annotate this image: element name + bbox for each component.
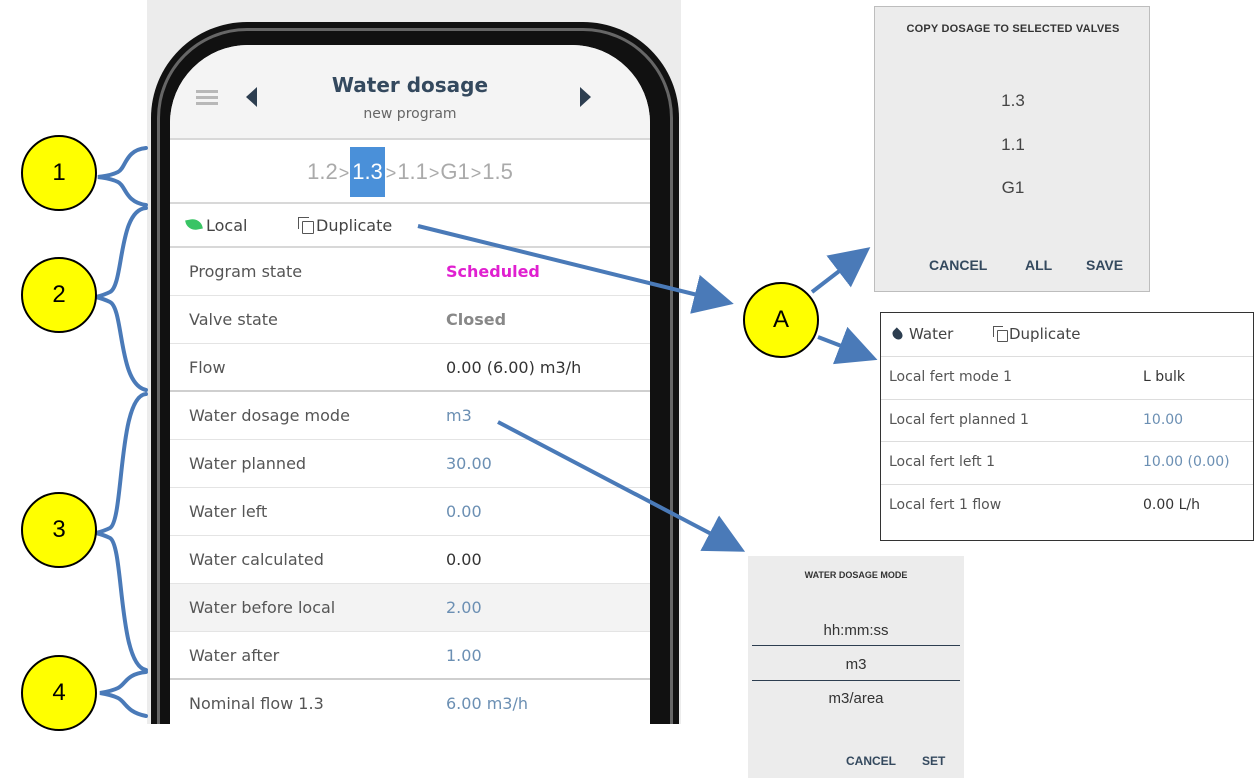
local-fert-panel: Water Duplicate Local fert mode 1 L bulk…	[880, 312, 1254, 541]
all-button[interactable]: ALL	[1025, 257, 1052, 273]
water-button[interactable]: Water	[909, 325, 953, 343]
cancel-button[interactable]: CANCEL	[929, 257, 987, 273]
local-fert-left-value[interactable]: 10.00 (0.00)	[1143, 454, 1230, 470]
selection-divider	[752, 645, 960, 646]
bracket-4	[99, 670, 148, 718]
local-fert-planned-value[interactable]: 10.00	[1143, 412, 1183, 428]
dialog-title: WATER DOSAGE MODE	[804, 570, 908, 580]
row-local-fert-left[interactable]: Local fert left 1 10.00 (0.00)	[881, 442, 1253, 485]
row-local-fert-planned[interactable]: Local fert planned 1 10.00	[881, 400, 1253, 442]
cancel-button[interactable]: CANCEL	[846, 754, 896, 768]
local-fert-flow-value: 0.00 L/h	[1143, 496, 1201, 513]
bracket-1	[97, 146, 148, 207]
bracket-2	[95, 206, 148, 392]
row-label: Local fert mode 1	[889, 369, 1013, 385]
water-drop-icon[interactable]	[890, 327, 905, 342]
callout-1: 1	[21, 135, 97, 211]
selection-divider	[752, 680, 960, 681]
duplicate-button[interactable]: Duplicate	[1009, 325, 1080, 343]
callout-3: 3	[21, 492, 97, 568]
mode-option[interactable]: m3/area	[748, 690, 964, 707]
copy-dosage-dialog: COPY DOSAGE TO SELECTED VALVES 1.3 1.1 G…	[874, 6, 1150, 292]
callout-2: 2	[21, 257, 97, 333]
callout-4: 4	[21, 655, 97, 731]
row-label: Local fert left 1	[889, 454, 996, 470]
fert-action-bar: Water Duplicate	[881, 313, 1253, 357]
local-fert-mode-value[interactable]: L bulk	[1143, 369, 1185, 385]
set-button[interactable]: SET	[922, 754, 945, 768]
valve-option[interactable]: 1.3	[875, 91, 1151, 111]
row-label: Local fert planned 1	[889, 411, 1029, 428]
callout-a: A	[743, 282, 819, 358]
mode-option[interactable]: hh:mm:ss	[748, 622, 964, 639]
bracket-3	[95, 392, 148, 672]
mode-option-selected[interactable]: m3	[748, 656, 964, 673]
water-dosage-mode-dialog: WATER DOSAGE MODE hh:mm:ss m3 m3/area CA…	[748, 556, 964, 778]
arrow-mode-to-dialog	[497, 420, 746, 552]
save-button[interactable]: SAVE	[1086, 257, 1123, 273]
copy-icon[interactable]	[993, 326, 1008, 342]
arrow-a-to-copy-dialog	[810, 247, 871, 294]
row-local-fert-flow: Local fert 1 flow 0.00 L/h	[881, 485, 1253, 528]
arrow-a-to-fert-panel	[817, 326, 878, 365]
valve-option[interactable]: G1	[875, 178, 1151, 198]
arrow-duplicate-to-a	[417, 224, 734, 314]
valve-option[interactable]: 1.1	[875, 135, 1151, 155]
row-label: Local fert 1 flow	[889, 496, 1002, 513]
dialog-title: COPY DOSAGE TO SELECTED VALVES	[906, 23, 1120, 35]
row-local-fert-mode[interactable]: Local fert mode 1 L bulk	[881, 357, 1253, 400]
